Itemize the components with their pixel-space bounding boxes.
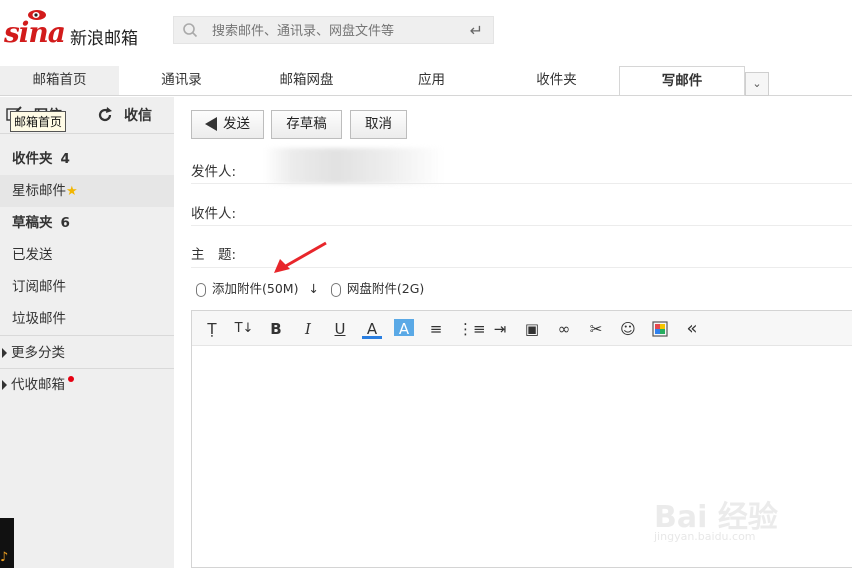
- netdisk-attachment-label: 网盘附件(2G): [346, 281, 425, 296]
- add-attachment-label: 添加附件(50M): [212, 281, 299, 296]
- tab-more-chevron-down-icon[interactable]: ⌄: [745, 72, 769, 96]
- italic-icon[interactable]: I: [298, 319, 318, 339]
- font-color-icon[interactable]: A: [362, 319, 382, 339]
- receive-button[interactable]: 收信: [84, 97, 174, 133]
- sidebar-item-label: 订阅邮件: [12, 279, 66, 295]
- star-icon: ★: [66, 184, 78, 199]
- from-label: 发件人:: [191, 164, 237, 180]
- sidebar-item-label: 更多分类: [11, 345, 65, 361]
- drafts-count: 6: [60, 215, 70, 231]
- sidebar-divider: [0, 133, 174, 134]
- sidebar-item-drafts[interactable]: 草稿夹 6: [0, 207, 174, 239]
- paperclip-icon: [330, 282, 341, 297]
- sidebar-item-more-categories[interactable]: 更多分类: [0, 337, 174, 369]
- scissors-icon[interactable]: ✂: [586, 319, 606, 339]
- inbox-count: 4: [60, 151, 70, 167]
- tab-compose[interactable]: 写邮件: [619, 66, 745, 96]
- search-icon: [183, 23, 198, 38]
- tab-apps[interactable]: 应用: [369, 66, 494, 95]
- receive-label: 收信: [124, 108, 152, 124]
- tab-netdisk[interactable]: 邮箱网盘: [244, 66, 369, 95]
- paperclip-icon: [196, 282, 206, 297]
- recipient-input[interactable]: [246, 200, 850, 222]
- netdisk-attachment-link[interactable]: 网盘附件(2G): [330, 281, 425, 297]
- sidebar-item-label: 代收邮箱: [11, 377, 65, 393]
- sidebar-item-label: 垃圾邮件: [12, 311, 66, 327]
- indent-icon[interactable]: ⇥: [490, 319, 510, 339]
- attachment-dropdown-arrow-icon[interactable]: ↓: [308, 281, 318, 296]
- sidebar: 写信 收信 邮箱首页 收件夹4 星标邮件★ 草稿夹6 已发送 订阅邮件 垃圾邮件…: [0, 97, 174, 568]
- editor-toolbar: Ṭ T↓ B I U A A ≡ ⋮≡ ⇥ ▣ ∞ ✂ ☺ «: [192, 311, 852, 346]
- main-tabs: 邮箱首页 通讯录 邮箱网盘 应用 收件夹 写邮件: [0, 66, 852, 96]
- sidebar-item-inbox[interactable]: 收件夹 4: [0, 143, 174, 175]
- save-draft-label: 存草稿: [286, 116, 327, 132]
- send-arrow-icon: [205, 117, 217, 131]
- enter-icon[interactable]: ↵: [470, 21, 483, 40]
- add-attachment-link[interactable]: 添加附件(50M): [196, 281, 299, 297]
- sidebar-item-label: 草稿夹: [12, 215, 53, 231]
- subject-input[interactable]: [246, 241, 850, 263]
- sidebar-item-external-mailboxes[interactable]: 代收邮箱: [0, 369, 174, 401]
- tab-inbox[interactable]: 收件夹: [494, 66, 619, 95]
- subject-label: 主 题:: [191, 247, 237, 263]
- sina-logo[interactable]: sina 新浪邮箱: [4, 6, 144, 50]
- list-icon[interactable]: ⋮≡: [458, 319, 486, 339]
- cancel-label: 取消: [365, 116, 392, 132]
- chevron-right-icon: [2, 348, 7, 358]
- align-icon[interactable]: ≡: [426, 319, 446, 339]
- watermark-url: jingyan.baidu.com: [654, 530, 756, 543]
- baidu-jingyan-watermark: Bai 经验 jingyan.baidu.com: [650, 472, 850, 552]
- underline-icon[interactable]: U: [330, 319, 350, 339]
- save-draft-button[interactable]: 存草稿: [271, 110, 342, 139]
- search-box[interactable]: ↵: [173, 16, 494, 44]
- sidebar-item-label: 收件夹: [12, 151, 53, 167]
- search-input[interactable]: [210, 21, 454, 41]
- send-label: 发送: [223, 116, 250, 132]
- send-button[interactable]: 发送: [191, 110, 264, 139]
- sidebar-divider: [0, 335, 174, 336]
- music-note-icon: ♪: [0, 550, 9, 565]
- sender-address-redacted[interactable]: [264, 148, 444, 184]
- tab-mail-home[interactable]: 邮箱首页: [0, 66, 119, 95]
- sidebar-item-starred[interactable]: 星标邮件★: [0, 175, 174, 207]
- sidebar-item-subscriptions[interactable]: 订阅邮件: [0, 271, 174, 303]
- logo-text: sina: [4, 16, 66, 49]
- sidebar-item-sent[interactable]: 已发送: [0, 239, 174, 271]
- tab-contacts[interactable]: 通讯录: [119, 66, 244, 95]
- sidebar-item-spam[interactable]: 垃圾邮件: [0, 303, 174, 335]
- refresh-icon: [98, 107, 112, 122]
- chevron-right-icon: [2, 380, 7, 390]
- field-divider: [191, 225, 852, 226]
- tooltip: 邮箱首页: [10, 111, 67, 132]
- bold-icon[interactable]: B: [266, 319, 286, 339]
- tab-divider: [0, 95, 852, 96]
- brand-name: 新浪邮箱: [70, 29, 138, 49]
- music-player-tab[interactable]: ♪: [0, 518, 14, 568]
- link-icon[interactable]: ∞: [554, 319, 574, 339]
- attachment-row: 添加附件(50M) ↓ 网盘附件(2G): [196, 278, 424, 300]
- font-size-icon[interactable]: T↓: [234, 319, 254, 339]
- collapse-icon[interactable]: «: [682, 319, 702, 339]
- field-divider: [191, 183, 852, 184]
- notification-dot: [68, 376, 74, 382]
- background-color-icon[interactable]: A: [394, 319, 414, 338]
- to-label: 收件人:: [191, 206, 237, 222]
- sidebar-item-label: 已发送: [12, 247, 53, 263]
- annotation-arrow-icon: [274, 241, 327, 273]
- image-icon[interactable]: ▣: [522, 319, 542, 339]
- cancel-button[interactable]: 取消: [350, 110, 407, 139]
- emoji-icon[interactable]: ☺: [618, 319, 638, 339]
- font-family-icon[interactable]: Ṭ: [202, 319, 222, 339]
- color-palette-icon[interactable]: [650, 319, 670, 339]
- sidebar-item-label: 星标邮件: [12, 183, 66, 199]
